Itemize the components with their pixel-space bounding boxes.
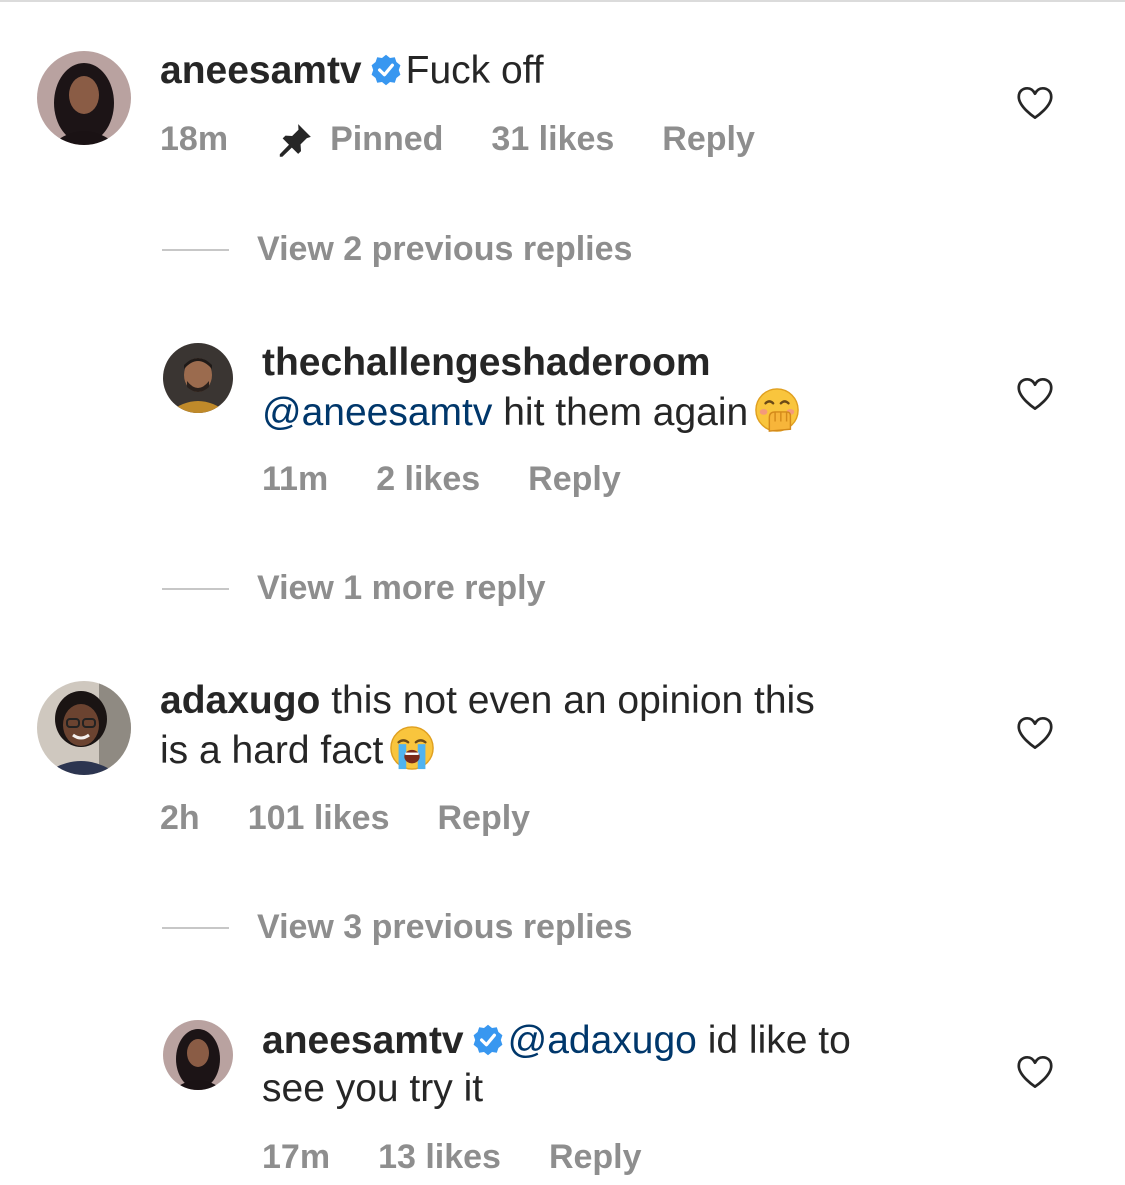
comment-time: 18m	[160, 120, 229, 158]
like-heart-icon[interactable]	[1016, 1055, 1054, 1089]
reply-button[interactable]: Reply	[437, 799, 530, 838]
avatar[interactable]	[163, 1020, 233, 1090]
divider-line	[162, 248, 229, 251]
like-heart-icon[interactable]	[1016, 377, 1054, 411]
comment-text: aneesamtv Fuck off	[160, 47, 544, 95]
divider-line	[162, 926, 229, 929]
avatar[interactable]	[163, 343, 233, 413]
like-heart-icon[interactable]	[1016, 86, 1054, 120]
comment-text: thechallengeshaderoom @aneesamtv hit the…	[262, 339, 800, 437]
comment-body: hit them again	[503, 391, 749, 434]
comment-meta: 18m Pinned 31 likes Reply	[160, 120, 803, 159]
reply-button[interactable]: Reply	[662, 120, 755, 159]
verified-badge-icon	[371, 54, 401, 86]
loudly-crying-emoji-icon	[390, 726, 435, 770]
view-replies-button[interactable]: View 1 more reply	[162, 569, 546, 608]
top-divider	[0, 0, 1125, 2]
likes-count[interactable]: 31 likes	[491, 120, 614, 159]
comment-meta: 11m 2 likes Reply	[262, 460, 669, 499]
view-replies-label[interactable]: View 3 previous replies	[257, 908, 632, 947]
username[interactable]: adaxugo	[160, 679, 320, 722]
username[interactable]: aneesamtv	[262, 1019, 464, 1062]
likes-count[interactable]: 13 likes	[378, 1138, 501, 1177]
comment-time: 17m	[262, 1138, 331, 1176]
like-heart-icon[interactable]	[1016, 716, 1054, 750]
comment-body-line2: is a hard fact	[160, 729, 384, 772]
comment-body-line1: id like to	[707, 1019, 851, 1062]
reply-button[interactable]: Reply	[528, 460, 621, 499]
avatar[interactable]	[37, 681, 131, 775]
verified-badge-icon	[473, 1024, 503, 1056]
comment-time: 11m	[262, 460, 329, 498]
likes-count[interactable]: 101 likes	[248, 799, 390, 838]
view-replies-button[interactable]: View 3 previous replies	[162, 908, 632, 947]
pinned-label: Pinned	[330, 120, 444, 158]
likes-count[interactable]: 2 likes	[376, 460, 480, 499]
view-replies-label[interactable]: View 1 more reply	[257, 569, 546, 608]
comment-body-line2: see you try it	[262, 1067, 484, 1110]
comment-body-line1: this not even an opinion this	[331, 679, 815, 722]
view-replies-label[interactable]: View 2 previous replies	[257, 230, 632, 269]
comment-text: aneesamtv @adaxugo id like to see you try…	[262, 1017, 851, 1113]
divider-line	[162, 587, 229, 590]
reply-button[interactable]: Reply	[549, 1138, 642, 1177]
avatar[interactable]	[37, 51, 131, 145]
comment-meta: 2h 101 likes Reply	[160, 799, 578, 838]
comment-body: Fuck off	[405, 49, 544, 92]
mention-link[interactable]: @adaxugo	[508, 1019, 697, 1062]
username[interactable]: aneesamtv	[160, 49, 362, 92]
mention-link[interactable]: @aneesamtv	[262, 391, 492, 434]
pinned-indicator: Pinned	[276, 120, 443, 159]
comment-text: adaxugo this not even an opinion this is…	[160, 677, 815, 775]
hand-over-mouth-emoji-icon	[755, 388, 800, 432]
view-replies-button[interactable]: View 2 previous replies	[162, 230, 632, 269]
comment-time: 2h	[160, 799, 200, 837]
pin-icon	[279, 123, 311, 157]
username[interactable]: thechallengeshaderoom	[262, 341, 711, 384]
comment-meta: 17m 13 likes Reply	[262, 1138, 690, 1177]
